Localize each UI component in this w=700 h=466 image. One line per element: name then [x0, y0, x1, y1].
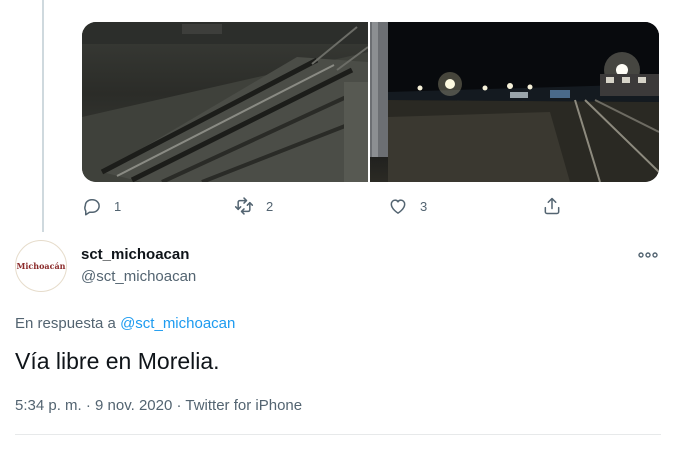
thread-connector-line [42, 0, 44, 232]
retweet-icon [234, 196, 254, 216]
train-tracks-lights-night-photo[interactable] [370, 22, 659, 182]
railroad-crossing-night-photo[interactable] [82, 22, 368, 182]
avatar[interactable]: Michoacán [15, 240, 67, 292]
tweet-metadata: 5:34 p. m. · 9 nov. 2020 · Twitter for i… [15, 397, 303, 414]
reply-prefix: En respuesta a [15, 315, 116, 332]
avatar-logo-text: Michoacán [16, 261, 66, 271]
more-icon[interactable] [635, 248, 661, 262]
media-grid [82, 22, 659, 182]
retweet-count: 2 [266, 198, 274, 214]
night-tracks-illustration [370, 22, 659, 182]
like-button[interactable]: 3 [388, 194, 427, 218]
tweet-text: Vía libre en Morelia. [15, 348, 220, 374]
share-icon [542, 196, 562, 216]
like-count: 3 [420, 198, 428, 214]
reply-icon [82, 196, 102, 216]
user-handle[interactable]: @sct_michoacan [81, 268, 196, 285]
display-name[interactable]: sct_michoacan [81, 246, 189, 263]
reply-handle-link[interactable]: @sct_michoacan [120, 315, 235, 332]
railroad-crossing-illustration [82, 22, 368, 182]
reply-count: 1 [114, 198, 122, 214]
share-button[interactable] [542, 194, 562, 218]
retweet-button[interactable]: 2 [234, 194, 273, 218]
heart-icon [388, 196, 408, 216]
reply-context: En respuesta a @sct_michoacan [15, 315, 235, 332]
divider [15, 434, 661, 435]
reply-button[interactable]: 1 [82, 194, 121, 218]
tweet-actions-bar: 1 2 3 [82, 194, 562, 218]
